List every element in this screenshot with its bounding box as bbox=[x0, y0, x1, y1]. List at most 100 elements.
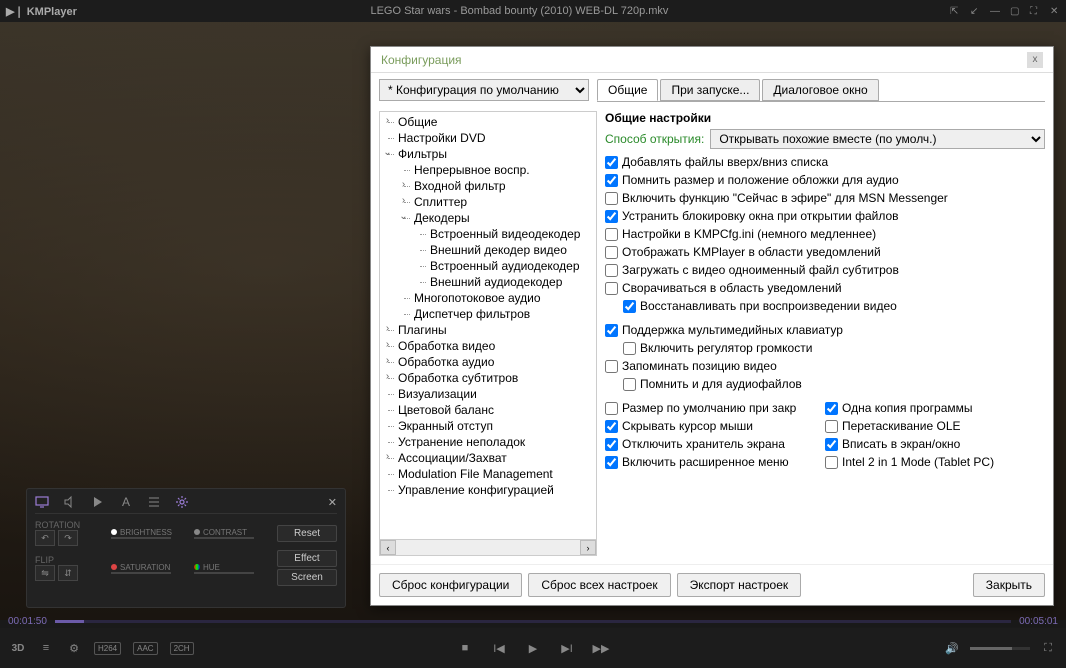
chk-kmpcfg[interactable] bbox=[605, 228, 618, 241]
tree-item[interactable]: Входной фильтр bbox=[414, 179, 506, 193]
tree-toggle-icon[interactable]: › bbox=[382, 323, 393, 334]
chk-hide-cursor[interactable] bbox=[605, 420, 618, 433]
settings-tree[interactable]: › Общие Настройки DVD ⌄ Фильтры Непрерывно… bbox=[379, 111, 597, 556]
play-tab-icon[interactable] bbox=[91, 495, 105, 509]
tree-item[interactable]: Обработка аудио bbox=[398, 355, 494, 369]
tree-toggle-icon[interactable]: › bbox=[382, 451, 393, 462]
chk-msn[interactable] bbox=[605, 192, 618, 205]
screen-button[interactable]: Screen bbox=[277, 569, 337, 586]
pin-icon[interactable]: ⇱ bbox=[950, 6, 960, 16]
scroll-left-icon[interactable]: ‹ bbox=[380, 540, 396, 555]
tree-item[interactable]: Устранение неполадок bbox=[398, 435, 525, 449]
tree-toggle-icon[interactable]: › bbox=[398, 195, 409, 206]
chk-intel-2in1[interactable] bbox=[825, 456, 838, 469]
tree-item[interactable]: Плагины bbox=[398, 323, 447, 337]
tree-item[interactable]: Встроенный видеодекодер bbox=[430, 227, 580, 241]
rotate-cw-button[interactable]: ↷ bbox=[58, 530, 78, 546]
chk-ole-drag[interactable] bbox=[825, 420, 838, 433]
tree-toggle-icon[interactable]: › bbox=[382, 339, 393, 350]
tree-toggle-icon[interactable]: › bbox=[382, 371, 393, 382]
tree-toggle-icon[interactable]: ⌄ bbox=[382, 147, 393, 158]
tree-item[interactable]: Сплиттер bbox=[414, 195, 467, 209]
3d-icon[interactable]: 3D bbox=[10, 640, 26, 656]
seek-bar[interactable]: 00:01:50 00:05:01 bbox=[0, 614, 1066, 628]
tree-item[interactable]: Управление конфигурацией bbox=[398, 483, 554, 497]
flip-v-button[interactable]: ⇵ bbox=[58, 565, 78, 581]
close-button[interactable]: Закрыть bbox=[973, 573, 1045, 597]
chk-remember-audio[interactable] bbox=[623, 378, 636, 391]
step-button[interactable]: ▶▶ bbox=[593, 640, 609, 656]
chk-disable-saver[interactable] bbox=[605, 438, 618, 451]
reset-all-button[interactable]: Сброс всех настроек bbox=[528, 573, 670, 597]
tree-item[interactable]: Внешний декодер видео bbox=[430, 243, 567, 257]
scroll-right-icon[interactable]: › bbox=[580, 540, 596, 555]
tab-startup[interactable]: При запуске... bbox=[660, 79, 760, 101]
chk-default-size[interactable] bbox=[605, 402, 618, 415]
config-profile-select[interactable]: * Конфигурация по умолчанию bbox=[379, 79, 589, 101]
chk-restore-play[interactable] bbox=[623, 300, 636, 313]
dialog-close-button[interactable]: x bbox=[1027, 52, 1043, 68]
reset-button[interactable]: Reset bbox=[277, 525, 337, 542]
tree-item[interactable]: Обработка видео bbox=[398, 339, 495, 353]
saturation-slider[interactable] bbox=[111, 572, 171, 574]
tree-toggle-icon[interactable]: ⌄ bbox=[398, 211, 409, 222]
volume-tab-icon[interactable] bbox=[63, 495, 77, 509]
tree-item[interactable]: Фильтры bbox=[398, 147, 447, 161]
volume-slider[interactable] bbox=[970, 647, 1030, 650]
tree-toggle-icon[interactable]: › bbox=[382, 115, 393, 126]
gear-tab-icon[interactable] bbox=[175, 495, 189, 509]
rotate-ccw-button[interactable]: ↶ bbox=[35, 530, 55, 546]
tree-hscroll[interactable]: ‹ › bbox=[380, 539, 596, 555]
next-button[interactable]: ▶I bbox=[559, 640, 575, 656]
seek-track[interactable] bbox=[55, 620, 1011, 623]
tab-dialog[interactable]: Диалоговое окно bbox=[762, 79, 878, 101]
hue-slider[interactable] bbox=[194, 572, 254, 574]
tree-item[interactable]: Визуализации bbox=[398, 387, 477, 401]
tree-item[interactable]: Внешний аудиодекодер bbox=[430, 275, 562, 289]
tree-item[interactable]: Ассоциации/Захват bbox=[398, 451, 507, 465]
chk-fit-window[interactable] bbox=[825, 438, 838, 451]
brightness-slider[interactable] bbox=[111, 537, 171, 539]
chk-vol-control[interactable] bbox=[623, 342, 636, 355]
tree-toggle-icon[interactable]: › bbox=[382, 355, 393, 366]
tree-item[interactable]: Декодеры bbox=[414, 211, 470, 225]
contrast-slider[interactable] bbox=[194, 537, 254, 539]
mute-icon[interactable]: 🔊 bbox=[944, 640, 960, 656]
screen-tab-icon[interactable] bbox=[35, 495, 49, 509]
eq-close-icon[interactable]: ✕ bbox=[328, 496, 337, 509]
chk-remember-cover[interactable] bbox=[605, 174, 618, 187]
close-icon[interactable]: ✕ bbox=[1050, 6, 1060, 16]
reset-config-button[interactable]: Сброс конфигурации bbox=[379, 573, 522, 597]
tree-item[interactable]: Диспетчер фильтров bbox=[414, 307, 530, 321]
fullscreen-icon[interactable]: ⛶ bbox=[1040, 640, 1056, 656]
tree-item[interactable]: Настройки DVD bbox=[398, 131, 486, 145]
open-method-select[interactable]: Открывать похожие вместе (по умолч.) bbox=[710, 129, 1045, 149]
chk-unblock[interactable] bbox=[605, 210, 618, 223]
tree-item[interactable]: Непрерывное воспр. bbox=[414, 163, 530, 177]
chk-load-subs[interactable] bbox=[605, 264, 618, 277]
tree-toggle-icon[interactable]: › bbox=[398, 179, 409, 190]
playlist-icon[interactable]: ≡ bbox=[38, 640, 54, 656]
chk-remember-pos[interactable] bbox=[605, 360, 618, 373]
effect-button[interactable]: Effect bbox=[277, 550, 337, 567]
chk-add-files[interactable] bbox=[605, 156, 618, 169]
minimize-icon[interactable]: — bbox=[990, 6, 1000, 16]
chk-extended-menu[interactable] bbox=[605, 456, 618, 469]
tree-item[interactable]: Общие bbox=[398, 115, 437, 129]
tree-item[interactable]: Обработка субтитров bbox=[398, 371, 518, 385]
font-tab-icon[interactable]: A bbox=[119, 495, 133, 509]
list-tab-icon[interactable] bbox=[147, 495, 161, 509]
chk-tray[interactable] bbox=[605, 246, 618, 259]
play-button[interactable]: ▶ bbox=[525, 640, 541, 656]
tree-item[interactable]: Многопотоковое аудио bbox=[414, 291, 541, 305]
tree-item[interactable]: Modulation File Management bbox=[398, 467, 553, 481]
tree-item[interactable]: Цветовой баланс bbox=[398, 403, 494, 417]
chk-media-keys[interactable] bbox=[605, 324, 618, 337]
export-button[interactable]: Экспорт настроек bbox=[677, 573, 802, 597]
tree-item[interactable]: Экранный отступ bbox=[398, 419, 493, 433]
chk-minimize-tray[interactable] bbox=[605, 282, 618, 295]
stop-button[interactable]: ■ bbox=[457, 640, 473, 656]
flip-h-button[interactable]: ⇋ bbox=[35, 565, 55, 581]
tree-item[interactable]: Встроенный аудиодекодер bbox=[430, 259, 580, 273]
prev-button[interactable]: I◀ bbox=[491, 640, 507, 656]
